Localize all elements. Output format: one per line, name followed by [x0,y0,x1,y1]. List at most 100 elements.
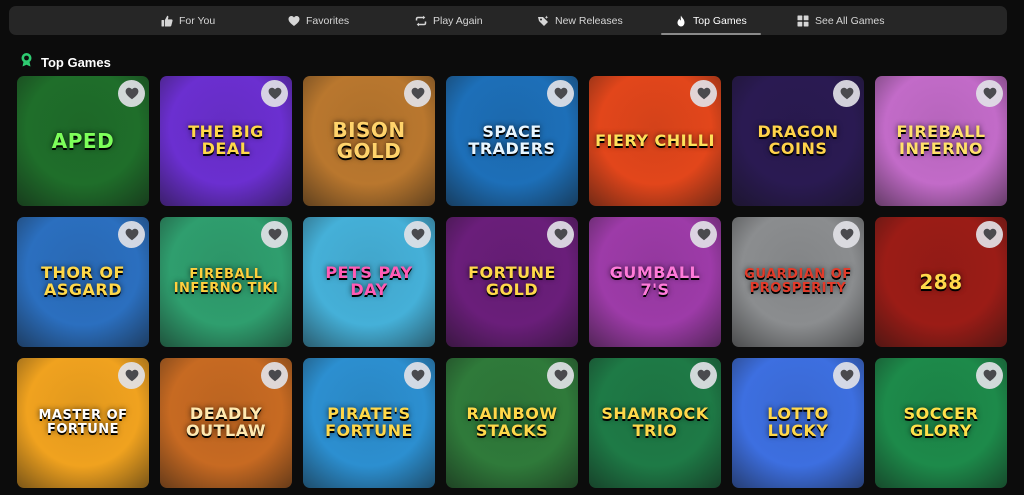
heart-icon [268,228,281,241]
game-tile[interactable]: Fireball Inferno Tiki [160,217,292,347]
heart-icon [840,228,853,241]
game-tile[interactable]: Deadly Outlaw [160,358,292,488]
heart-icon [411,87,424,100]
game-title: Rainbow Stacks [466,404,558,440]
game-tile[interactable]: Bison Gold [303,76,435,206]
favorite-button[interactable] [833,80,860,107]
tab-label: Favorites [306,14,350,27]
thumbs-up-icon [161,15,173,27]
game-title: Pirate's Fortune [325,404,413,440]
heart-icon [125,369,138,382]
favorite-button[interactable] [261,80,288,107]
favorite-button[interactable] [833,362,860,389]
game-title: Master of Fortune [38,408,128,437]
game-title: Bison Gold [332,118,406,163]
favorite-button[interactable] [833,221,860,248]
favorite-button[interactable] [547,362,574,389]
heart-icon [840,369,853,382]
heart-icon [983,228,996,241]
game-title: Fireball Inferno Tiki [173,267,279,296]
game-tile[interactable]: Fireball Inferno [875,76,1007,206]
game-tile[interactable]: Rainbow Stacks [446,358,578,488]
game-title: Dragon Coins [757,122,839,158]
favorite-button[interactable] [404,80,431,107]
game-tile[interactable]: Soccer Glory [875,358,1007,488]
game-tile[interactable]: APED [17,76,149,206]
tab-label: For You [179,14,216,27]
favorite-button[interactable] [118,362,145,389]
grid-icon [797,15,809,27]
game-tile[interactable]: Gumball 7's [589,217,721,347]
heart-icon [840,87,853,100]
tab-for-you[interactable]: For You [161,6,215,35]
heart-icon [983,369,996,382]
game-title: Fortune Gold [468,263,556,299]
section-header: Top Games [19,52,111,72]
game-tile[interactable]: Fiery Chilli [589,76,721,206]
heart-icon [554,87,567,100]
game-tile[interactable]: Guardian of Prosperity [732,217,864,347]
tab-see-all-games[interactable]: See All Games [797,6,884,35]
game-title: Pets Pay Day [325,263,413,299]
heart-icon [697,87,710,100]
favorite-button[interactable] [690,80,717,107]
tab-label: New Releases [555,14,623,27]
game-title: Gumball 7's [609,263,701,299]
favorite-button[interactable] [547,221,574,248]
favorite-button[interactable] [976,221,1003,248]
game-tile[interactable]: Dragon Coins [732,76,864,206]
game-tile[interactable]: Shamrock Trio [589,358,721,488]
game-tile[interactable]: Master of Fortune [17,358,149,488]
heart-icon [125,228,138,241]
tab-label: Top Games [693,14,747,27]
sparkle-tag-icon [537,15,549,27]
heart-icon [125,87,138,100]
repeat-icon [415,15,427,27]
favorite-button[interactable] [976,80,1003,107]
game-title: Fiery Chilli [595,130,715,150]
game-tile[interactable]: Lotto Lucky [732,358,864,488]
favorite-button[interactable] [118,221,145,248]
tab-label: See All Games [815,14,885,27]
tab-new-releases[interactable]: New Releases [537,6,623,35]
game-title: 288 [919,269,963,294]
game-title: Thor of Asgard [41,263,125,299]
heart-icon [554,228,567,241]
heart-icon [268,369,281,382]
favorite-button[interactable] [261,221,288,248]
favorite-button[interactable] [404,362,431,389]
tab-label: Play Again [433,14,483,27]
game-title: Soccer Glory [903,404,979,440]
favorite-button[interactable] [404,221,431,248]
heart-icon [983,87,996,100]
game-title: Lotto Lucky [767,404,829,440]
favorite-button[interactable] [261,362,288,389]
favorite-button[interactable] [547,80,574,107]
game-tile[interactable]: 288 [875,217,1007,347]
game-tile[interactable]: Fortune Gold [446,217,578,347]
favorite-button[interactable] [118,80,145,107]
game-tile[interactable]: Pirate's Fortune [303,358,435,488]
favorite-button[interactable] [690,362,717,389]
game-title: Guardian of Prosperity [744,267,852,296]
tab-top-games[interactable]: Top Games [661,6,761,35]
award-badge-icon [19,52,34,72]
heart-icon [268,87,281,100]
game-tile[interactable]: Thor of Asgard [17,217,149,347]
heart-icon [697,228,710,241]
game-tile[interactable]: The Big Deal [160,76,292,206]
tab-favorites[interactable]: Favorites [288,6,349,35]
game-tile[interactable]: Space Traders [446,76,578,206]
flame-icon [675,15,687,27]
favorite-button[interactable] [976,362,1003,389]
heart-icon [411,228,424,241]
tab-play-again[interactable]: Play Again [415,6,483,35]
game-title: APED [51,128,115,153]
game-tile[interactable]: Pets Pay Day [303,217,435,347]
favorite-button[interactable] [690,221,717,248]
game-title: Shamrock Trio [601,404,709,440]
heart-icon [411,369,424,382]
game-title: Fireball Inferno [896,122,986,158]
heart-icon [288,15,300,27]
game-title: The Big Deal [188,122,264,158]
